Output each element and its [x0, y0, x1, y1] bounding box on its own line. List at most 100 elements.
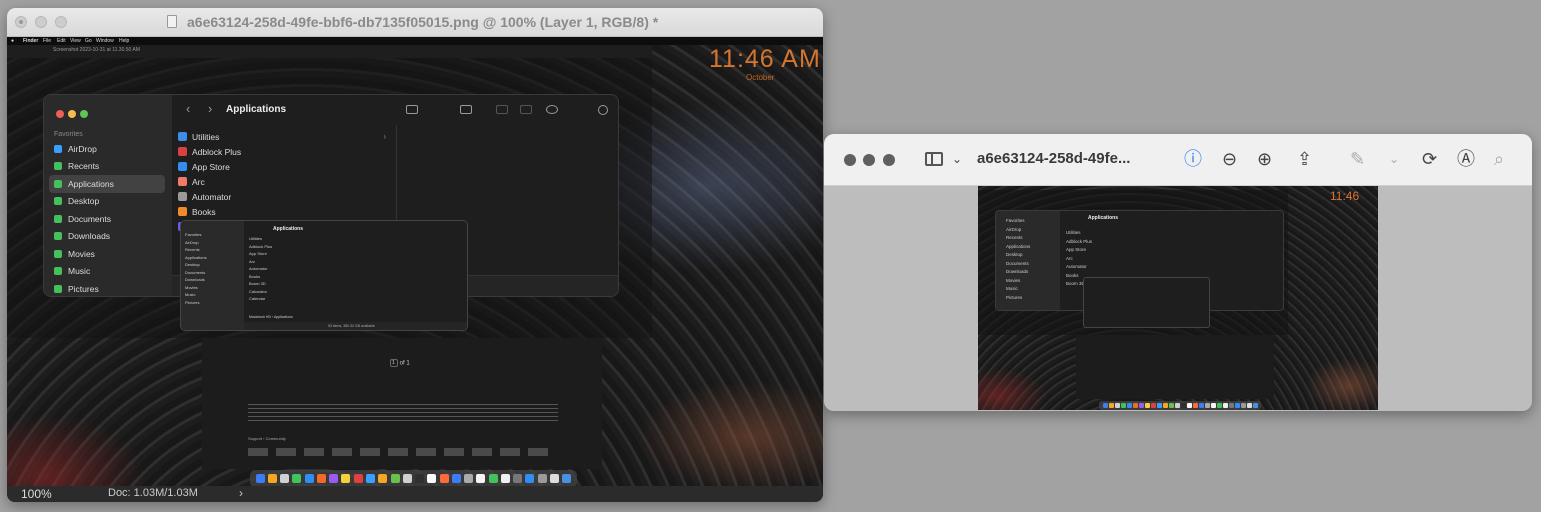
community-link[interactable]: Community	[266, 436, 286, 441]
sidebar-item[interactable]: AirDrop	[49, 140, 165, 158]
image-canvas[interactable]: ● Finder File Edit View Go Window Help S…	[7, 37, 823, 486]
menu-go: Go	[85, 38, 92, 44]
sidebar-item[interactable]: Music	[49, 263, 165, 281]
file-row[interactable]: Arc	[178, 174, 398, 189]
markup-pen-icon[interactable]: ✎	[1350, 148, 1365, 170]
sidebar-item[interactable]: Movies	[49, 245, 165, 263]
sidebar-item[interactable]: Applications	[49, 175, 165, 193]
dock-app-icon[interactable]	[353, 474, 363, 483]
group-icon[interactable]	[460, 105, 472, 114]
info-icon[interactable]: ⓘ	[1184, 148, 1202, 170]
dock-app-icon[interactable]	[267, 474, 277, 483]
more-icon[interactable]	[546, 105, 558, 114]
dock-app-icon[interactable]	[550, 474, 559, 483]
dock-app-icon[interactable]	[390, 474, 400, 483]
finder-small-sidebar-item[interactable]: Recents	[185, 246, 244, 254]
file-row[interactable]: Adblock Plus	[178, 144, 398, 159]
sidebar-item[interactable]: Desktop	[49, 193, 165, 211]
share-icon[interactable]: ⇪	[1297, 148, 1312, 170]
close-button[interactable]	[15, 16, 27, 28]
finder-small-file-row[interactable]: Automator	[249, 265, 272, 273]
dock-app-icon[interactable]	[255, 474, 265, 483]
zoom-in-icon[interactable]: ⊕	[1257, 148, 1272, 170]
dock-app-icon[interactable]	[341, 474, 351, 483]
file-row[interactable]: Utilities ›	[178, 129, 398, 144]
dock-app-icon[interactable]	[316, 474, 326, 483]
sidebar-item-icon	[54, 284, 62, 293]
finder-small-sidebar-item[interactable]: Desktop	[185, 261, 244, 269]
minimize-button[interactable]	[863, 154, 875, 166]
finder-small-sidebar-item[interactable]: Movies	[185, 284, 244, 292]
dock-app-icon[interactable]	[525, 474, 535, 483]
file-row[interactable]: Automator	[178, 189, 398, 204]
dock-app-icon[interactable]	[537, 474, 547, 483]
view-columns-icon[interactable]	[406, 105, 418, 114]
search-icon[interactable]	[598, 105, 608, 115]
rotate-icon[interactable]: ⟳	[1422, 148, 1437, 170]
sidebar-item[interactable]: Documents	[49, 210, 165, 228]
finder-small-sidebar-item[interactable]: Music	[185, 291, 244, 299]
share-icon[interactable]	[496, 105, 508, 114]
file-row[interactable]: Books	[178, 204, 398, 219]
finder-small-sidebar-item[interactable]: AirDrop	[185, 239, 244, 247]
finder-small-file-row[interactable]: Books	[249, 273, 272, 281]
dock-app-icon[interactable]	[476, 474, 486, 483]
zoom-button[interactable]	[55, 16, 67, 28]
dock-app-icon[interactable]	[304, 474, 314, 483]
annotate-icon[interactable]: Ⓐ	[1457, 148, 1475, 170]
finder-small-file-row[interactable]: Adblock Plus	[249, 243, 272, 251]
menu-edit: Edit	[57, 38, 66, 44]
sidebar-item[interactable]: Pictures	[49, 280, 165, 296]
back-icon[interactable]: ‹	[186, 101, 190, 116]
dock-app-icon[interactable]	[427, 474, 437, 483]
finder-small-sidebar-item[interactable]: Downloads	[185, 276, 244, 284]
finder-small-file-row[interactable]: Calculator	[249, 288, 272, 296]
finder-small-sidebar-item[interactable]: Applications	[185, 254, 244, 262]
dock-app-icon[interactable]	[500, 474, 510, 483]
sidebar-item-label: Recents	[68, 161, 100, 172]
preview-image[interactable]: 11:46 Favorites AirDrop Recents Application…	[978, 186, 1378, 410]
file-row[interactable]: App Store	[178, 159, 398, 174]
tag-icon[interactable]	[520, 105, 532, 114]
minimize-button[interactable]	[35, 16, 47, 28]
zoom-level[interactable]: 100%	[21, 487, 52, 501]
dock-app-icon[interactable]	[562, 474, 572, 483]
dock-app-icon[interactable]	[378, 474, 388, 483]
status-menu-chevron-icon[interactable]: ›	[239, 486, 243, 500]
page-input[interactable]: 1	[390, 359, 398, 367]
dock-app-icon[interactable]	[513, 474, 523, 483]
finder-small-sidebar-item[interactable]: Documents	[185, 269, 244, 277]
dock-app-icon[interactable]	[464, 474, 474, 483]
sidebar-item[interactable]: Recents	[49, 158, 165, 176]
finder-small-sidebar-item[interactable]: Pictures	[185, 299, 244, 307]
finder-small-file-row[interactable]: Arc	[249, 258, 272, 266]
finder-small-file-row[interactable]: App Store	[249, 250, 272, 258]
dock-app-icon[interactable]	[329, 474, 339, 483]
close-button[interactable]	[844, 154, 856, 166]
finder-small-file-row[interactable]: Calendar	[249, 295, 272, 303]
forward-icon[interactable]: ›	[208, 101, 212, 116]
footer-breadcrumb: Support › Community	[248, 436, 286, 441]
support-link[interactable]: Support	[248, 436, 262, 441]
sidebar-toggle-icon[interactable]	[925, 152, 943, 166]
chevron-down-icon[interactable]: ⌄	[952, 148, 962, 170]
dock-app-icon[interactable]	[451, 474, 461, 483]
dock-app-icon[interactable]	[488, 474, 498, 483]
thumb-file-row: App Store	[1066, 247, 1087, 252]
zoom-out-icon[interactable]: ⊖	[1222, 148, 1237, 170]
dock-app-icon[interactable]	[280, 474, 290, 483]
menu-file: File	[43, 38, 52, 44]
dock-app-icon[interactable]	[402, 474, 412, 483]
dock-app-icon[interactable]	[439, 474, 449, 483]
dock-app-icon[interactable]	[366, 474, 376, 483]
dock-app-icon[interactable]	[292, 474, 302, 483]
sidebar-item[interactable]: Downloads	[49, 228, 165, 246]
finder-small-sidebar-item[interactable]: Favorites	[185, 231, 244, 239]
finder-small-file-row[interactable]: Boom 3D	[249, 280, 272, 288]
search-icon[interactable]: ⌕	[1494, 148, 1504, 170]
thumb-file-row: Arc	[1066, 255, 1073, 261]
dock-app-icon[interactable]	[415, 474, 425, 483]
markup-chevron-icon[interactable]: ⌄	[1389, 148, 1399, 170]
finder-small-file-row[interactable]: Utilities	[249, 235, 272, 243]
zoom-button[interactable]	[883, 154, 895, 166]
